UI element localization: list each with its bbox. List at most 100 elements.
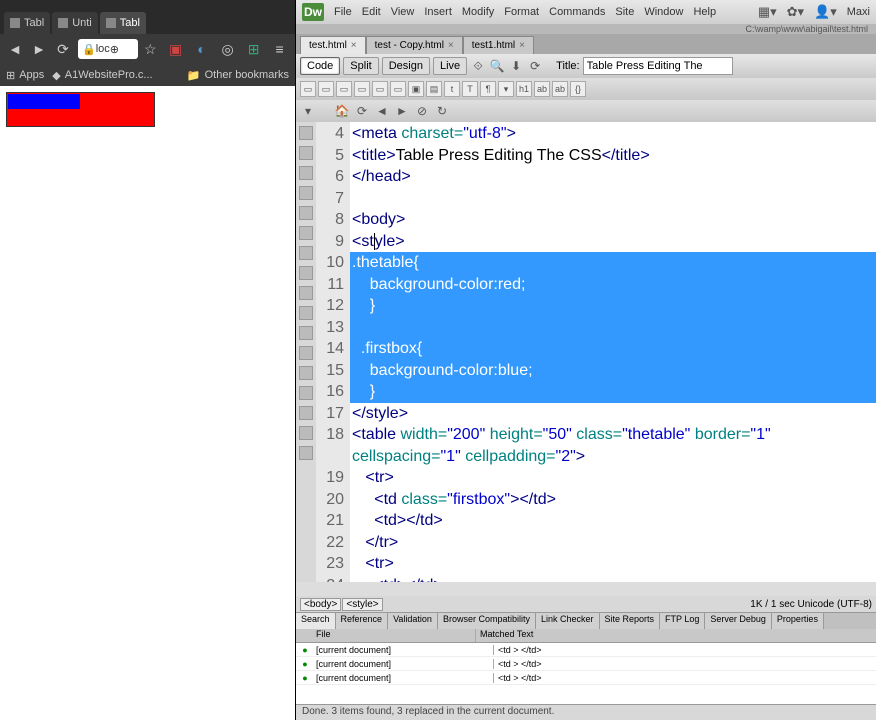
menu-insert[interactable]: Insert <box>424 6 452 18</box>
sidebar-tool-icon[interactable] <box>299 146 313 160</box>
menu-site[interactable]: Site <box>615 6 634 18</box>
sidebar-tool-icon[interactable] <box>299 346 313 360</box>
code-line[interactable]: background-color:red; <box>350 274 876 296</box>
forward-button[interactable]: ► <box>30 40 48 58</box>
result-row[interactable]: ●[current document]<td > </td> <box>296 657 876 671</box>
ext-icon[interactable]: ◎ <box>219 40 237 58</box>
panel-tab[interactable]: FTP Log <box>660 613 705 629</box>
inspect-icon[interactable]: 🔍 <box>489 58 505 74</box>
insert-icon[interactable]: t <box>444 81 460 97</box>
nav-icon[interactable]: ↻ <box>434 103 450 119</box>
split-view-button[interactable]: Split <box>343 57 378 75</box>
sidebar-tool-icon[interactable] <box>299 166 313 180</box>
doc-tab[interactable]: test.html× <box>300 36 366 54</box>
code-line[interactable]: <tr> <box>350 553 876 575</box>
bookmark-star-icon[interactable]: ☆ <box>144 41 157 58</box>
title-input[interactable] <box>583 57 733 75</box>
code-line[interactable] <box>350 188 876 210</box>
insert-icon[interactable]: {} <box>570 81 586 97</box>
sidebar-tool-icon[interactable] <box>299 426 313 440</box>
bookmark-item[interactable]: ◆ A1WebsitePro.c... <box>52 69 152 82</box>
horizontal-scrollbar[interactable] <box>296 582 876 596</box>
sidebar-tool-icon[interactable] <box>299 226 313 240</box>
insert-icon[interactable]: ab <box>534 81 550 97</box>
sidebar-tool-icon[interactable] <box>299 246 313 260</box>
panel-tab[interactable]: Link Checker <box>536 613 600 629</box>
sidebar-tool-icon[interactable] <box>299 266 313 280</box>
panel-tab[interactable]: Site Reports <box>600 613 661 629</box>
code-line[interactable]: <meta charset="utf-8"> <box>350 123 876 145</box>
close-icon[interactable]: × <box>519 40 525 51</box>
menu-file[interactable]: File <box>334 6 352 18</box>
code-line[interactable]: </style> <box>350 403 876 425</box>
panel-tab[interactable]: Reference <box>336 613 389 629</box>
browser-tab[interactable]: Tabl <box>4 12 50 34</box>
menu-edit[interactable]: Edit <box>362 6 381 18</box>
browser-tab[interactable]: Tabl <box>100 12 146 34</box>
panel-tab[interactable]: Browser Compatibility <box>438 613 536 629</box>
nav-icon[interactable]: ◄ <box>374 103 390 119</box>
insert-icon[interactable]: ▣ <box>408 81 424 97</box>
menu-window[interactable]: Window <box>644 6 683 18</box>
extend-dropdown-icon[interactable]: ✿▾ <box>787 4 804 20</box>
insert-icon[interactable]: ▭ <box>300 81 316 97</box>
insert-icon[interactable]: ▭ <box>336 81 352 97</box>
panel-tab[interactable]: Properties <box>772 613 824 629</box>
other-bookmarks[interactable]: 📁 Other bookmarks <box>187 69 289 82</box>
panel-tab-search[interactable]: Search <box>296 613 336 629</box>
insert-icon[interactable]: ▭ <box>318 81 334 97</box>
sidebar-tool-icon[interactable] <box>299 326 313 340</box>
sidebar-tool-icon[interactable] <box>299 186 313 200</box>
col-matched[interactable]: Matched Text <box>476 629 876 642</box>
sidebar-tool-icon[interactable] <box>299 286 313 300</box>
code-line[interactable]: <title>Table Press Editing The CSS</titl… <box>350 145 876 167</box>
sidebar-tool-icon[interactable] <box>299 446 313 460</box>
sync-dropdown-icon[interactable]: 👤▾ <box>814 4 837 20</box>
reload-button[interactable]: ⟳ <box>54 40 72 58</box>
tag-selector-item[interactable]: <style> <box>342 598 382 611</box>
sidebar-tool-icon[interactable] <box>299 306 313 320</box>
apps-button[interactable]: ⊞ Apps <box>6 69 44 82</box>
back-button[interactable]: ◄ <box>6 40 24 58</box>
insert-icon[interactable]: ▭ <box>372 81 388 97</box>
panel-tab[interactable]: Validation <box>388 613 438 629</box>
sidebar-tool-icon[interactable] <box>299 386 313 400</box>
close-icon[interactable]: × <box>351 40 357 51</box>
ext-icon[interactable]: ⊞ <box>245 40 263 58</box>
insert-icon[interactable]: ▭ <box>354 81 370 97</box>
menu-commands[interactable]: Commands <box>549 6 605 18</box>
refresh-icon[interactable]: ⟳ <box>354 103 370 119</box>
sidebar-tool-icon[interactable] <box>299 406 313 420</box>
result-row[interactable]: ●[current document]<td > </td> <box>296 671 876 685</box>
insert-icon[interactable]: T <box>462 81 478 97</box>
code-line[interactable]: <td class="firstbox"></td> <box>350 489 876 511</box>
nav-icon[interactable]: ► <box>394 103 410 119</box>
live-code-icon[interactable]: ⟐ <box>470 58 486 74</box>
ext-icon[interactable]: ◐ <box>193 40 211 58</box>
code-line[interactable]: <style> <box>350 231 876 253</box>
insert-icon[interactable]: ab <box>552 81 568 97</box>
code-line[interactable]: </head> <box>350 166 876 188</box>
code-content[interactable]: <meta charset="utf-8"><title>Table Press… <box>350 122 876 582</box>
nav-icon[interactable]: ▾ <box>300 103 316 119</box>
sidebar-tool-icon[interactable] <box>299 366 313 380</box>
code-line[interactable]: background-color:blue; <box>350 360 876 382</box>
address-bar[interactable]: 🔒 loc ⊕ <box>78 39 138 59</box>
panel-tab[interactable]: Server Debug <box>705 613 772 629</box>
insert-icon[interactable]: ▭ <box>390 81 406 97</box>
insert-icon[interactable]: ¶ <box>480 81 496 97</box>
menu-modify[interactable]: Modify <box>462 6 494 18</box>
menu-help[interactable]: Help <box>693 6 716 18</box>
code-line[interactable]: </tr> <box>350 532 876 554</box>
refresh-icon[interactable]: ⟳ <box>527 58 543 74</box>
insert-icon[interactable]: h1 <box>516 81 532 97</box>
result-row[interactable]: ●[current document]<td > </td> <box>296 643 876 657</box>
ext-icon[interactable]: ▣ <box>167 40 185 58</box>
col-file[interactable]: File <box>296 629 476 642</box>
code-line[interactable] <box>350 317 876 339</box>
live-view-options-icon[interactable]: ⬇ <box>508 58 524 74</box>
code-line[interactable]: .firstbox{ <box>350 338 876 360</box>
code-line[interactable]: <table width="200" height="50" class="th… <box>350 424 876 467</box>
code-line[interactable]: } <box>350 295 876 317</box>
live-view-button[interactable]: Live <box>433 57 467 75</box>
